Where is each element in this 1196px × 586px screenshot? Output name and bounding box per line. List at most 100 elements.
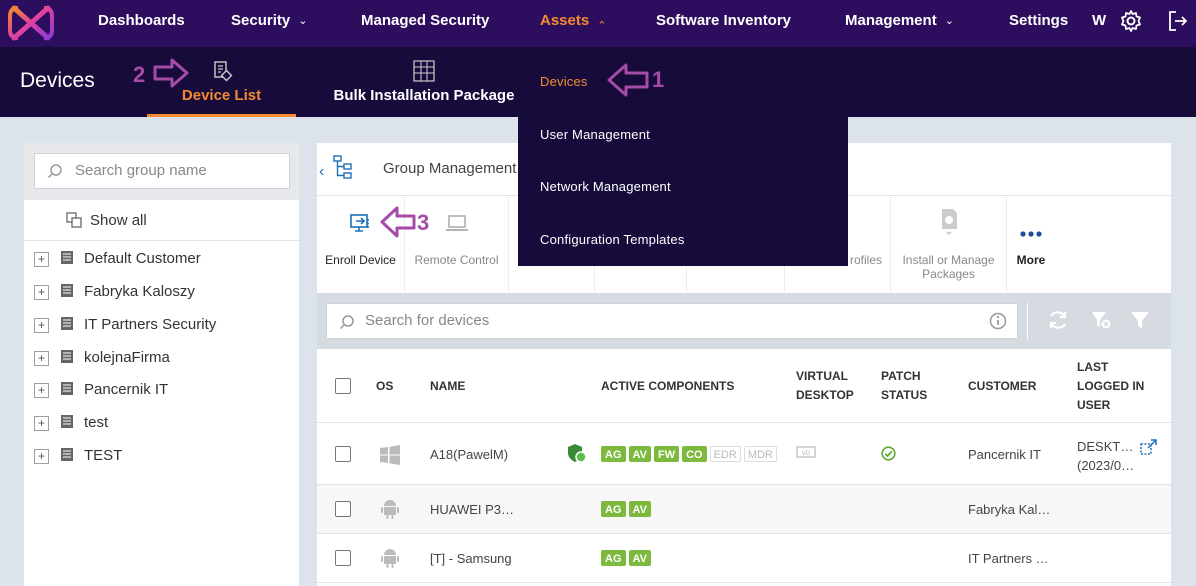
component-badge: AG — [601, 446, 626, 462]
building-icon — [61, 284, 73, 297]
chevron-down-icon: ⌄ — [944, 15, 954, 27]
filter-icon[interactable] — [1129, 309, 1151, 331]
arrow-left-icon — [380, 206, 416, 238]
group-search-input[interactable]: Search group name — [34, 153, 290, 189]
nav-settings[interactable]: Settings — [1009, 0, 1068, 42]
column-active-components[interactable]: ACTIVE COMPONENTS — [601, 377, 734, 396]
component-badge: AG — [601, 550, 626, 566]
android-icon — [381, 549, 399, 568]
component-badge: AV — [628, 446, 651, 462]
chevron-up-icon: ⌃ — [597, 20, 607, 32]
group-item[interactable]: + test — [24, 406, 299, 439]
row-checkbox[interactable] — [335, 501, 351, 517]
expand-plus-icon[interactable]: + — [34, 383, 49, 398]
group-search-container: Search group name — [24, 143, 299, 200]
column-last-logged-in-user[interactable]: LAST LOGGED IN USER — [1077, 358, 1144, 415]
refresh-icon[interactable] — [1047, 309, 1069, 331]
nav-managed-security[interactable]: Managed Security — [361, 0, 489, 42]
expand-plus-icon[interactable]: + — [34, 416, 49, 431]
annotation-step-1: 1 — [652, 67, 665, 92]
table-row[interactable]: HUAWEI P3… AG AV Fabryka Kal… — [317, 485, 1171, 534]
component-badge: AV — [628, 501, 651, 517]
expand-plus-icon[interactable]: + — [34, 285, 49, 300]
virtual-desktop-icon: VD — [796, 446, 816, 458]
column-os[interactable]: OS — [376, 377, 393, 396]
install-manage-packages-button[interactable]: Install or Manage Packages — [891, 197, 1007, 293]
tab-bulk-installation-package[interactable]: Bulk Installation Package — [326, 47, 522, 117]
group-item[interactable]: + Pancernik IT — [24, 373, 299, 406]
show-all-icon — [66, 212, 82, 228]
app-logo-icon[interactable] — [8, 4, 54, 42]
info-icon[interactable] — [989, 312, 1007, 330]
component-badge-inactive: EDR — [709, 446, 741, 462]
building-icon — [61, 382, 73, 395]
more-dots-icon — [1020, 231, 1042, 237]
table-row[interactable]: [T] - Samsung AG AV IT Partners … — [317, 534, 1171, 583]
table-row[interactable]: A18(PawelM) AG AV FW CO EDR MDR VD Pancernik … — [317, 424, 1171, 485]
building-icon — [61, 317, 73, 330]
package-install-icon — [941, 209, 957, 235]
nav-dashboards[interactable]: Dashboards — [98, 0, 185, 42]
logout-icon[interactable] — [1166, 9, 1190, 33]
select-all-checkbox[interactable] — [335, 378, 351, 394]
annotation-step-2: 2 — [133, 62, 146, 87]
expand-plus-icon[interactable]: + — [34, 318, 49, 333]
expand-plus-icon[interactable]: + — [34, 449, 49, 464]
annotation-step-3: 3 — [417, 210, 430, 235]
arrow-left-icon — [607, 63, 649, 97]
column-virtual-desktop[interactable]: VIRTUAL DESKTOP — [796, 367, 854, 405]
clear-filter-icon[interactable] — [1090, 309, 1112, 331]
nav-management[interactable]: Management ⌄ — [845, 0, 954, 42]
nav-assets[interactable]: Assets ⌃ — [540, 0, 606, 42]
active-components: AG AV — [601, 550, 654, 566]
building-icon — [61, 448, 73, 461]
more-button[interactable]: More — [1007, 197, 1055, 293]
expand-plus-icon[interactable]: + — [34, 351, 49, 366]
menu-item-user-management[interactable]: User Management — [540, 127, 650, 142]
search-icon — [339, 315, 354, 330]
customer-name: Fabryka Kal… — [968, 502, 1051, 517]
nav-security[interactable]: Security ⌄ — [231, 0, 307, 42]
row-checkbox[interactable] — [335, 446, 351, 462]
menu-item-configuration-templates[interactable]: Configuration Templates — [540, 232, 685, 247]
row-checkbox[interactable] — [335, 550, 351, 566]
column-name[interactable]: NAME — [430, 377, 465, 396]
menu-item-devices[interactable]: Devices — [540, 74, 588, 89]
nav-software-inventory[interactable]: Software Inventory — [656, 0, 791, 42]
component-badge-inactive: MDR — [743, 446, 777, 462]
divider — [1027, 303, 1028, 339]
group-item[interactable]: + Default Customer — [24, 242, 299, 275]
group-item[interactable]: + Fabryka Kaloszy — [24, 275, 299, 308]
column-customer[interactable]: CUSTOMER — [968, 377, 1036, 396]
component-badge: AG — [601, 501, 626, 517]
patch-ok-icon — [881, 446, 896, 461]
device-search-bar: Search for devices — [317, 293, 1171, 349]
open-details-icon[interactable] — [1140, 438, 1158, 456]
search-icon — [47, 164, 62, 179]
device-name[interactable]: [T] - Samsung — [430, 551, 512, 566]
active-components: AG AV — [601, 501, 654, 517]
hierarchy-icon[interactable] — [333, 155, 353, 179]
device-name[interactable]: A18(PawelM) — [430, 447, 508, 462]
gear-icon[interactable] — [1119, 9, 1143, 33]
android-icon — [381, 500, 399, 519]
building-icon — [61, 415, 73, 428]
group-item[interactable]: + IT Partners Security — [24, 308, 299, 341]
top-navigation: Dashboards Security ⌄ Managed Security As… — [0, 0, 1196, 47]
menu-item-network-management[interactable]: Network Management — [540, 179, 671, 194]
group-item[interactable]: + TEST — [24, 439, 299, 472]
customer-name: Pancernik IT — [968, 447, 1041, 462]
chevron-left-icon[interactable]: ‹ — [319, 163, 324, 181]
table-header: OS NAME ACTIVE COMPONENTS VIRTUAL DESKTOP… — [317, 349, 1171, 423]
chevron-down-icon: ⌄ — [298, 15, 308, 27]
enroll-device-icon — [349, 214, 369, 232]
show-all-groups[interactable]: Show all — [24, 200, 299, 241]
group-management-label[interactable]: Group Management — [383, 160, 516, 177]
expand-plus-icon[interactable]: + — [34, 252, 49, 267]
device-name[interactable]: HUAWEI P3… — [430, 502, 514, 517]
device-search-input[interactable]: Search for devices — [326, 303, 1018, 339]
user-initial[interactable]: W — [1092, 12, 1106, 29]
component-badge: CO — [682, 446, 707, 462]
group-item[interactable]: + kolejnaFirma — [24, 341, 299, 374]
column-patch-status[interactable]: PATCH STATUS — [881, 367, 927, 405]
